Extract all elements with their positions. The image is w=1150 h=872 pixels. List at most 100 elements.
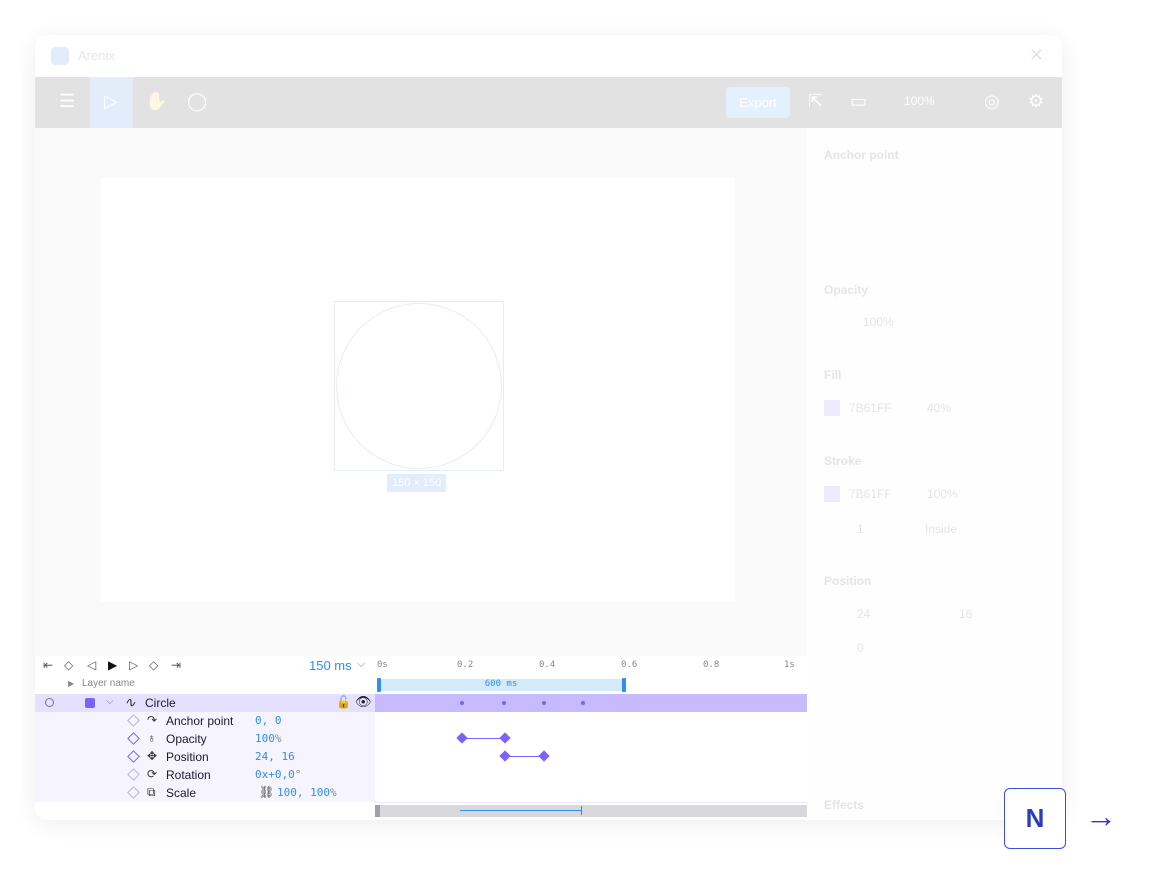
- property-row-opacity[interactable]: ♁ Opacity 100%: [35, 730, 807, 749]
- opacity-value[interactable]: 100%: [863, 315, 894, 329]
- jump-end-icon[interactable]: ⇥: [171, 658, 181, 672]
- add-keyframe-icon[interactable]: [127, 786, 140, 799]
- timeline-scrollbar[interactable]: [375, 805, 807, 817]
- stroke-position[interactable]: Inside: [925, 522, 957, 536]
- property-track[interactable]: [375, 712, 807, 731]
- property-value: 100, 100: [277, 786, 330, 799]
- add-keyframe-icon[interactable]: [127, 768, 140, 781]
- comment-icon[interactable]: ◯: [187, 91, 207, 112]
- user-icon[interactable]: ◎: [984, 91, 1000, 112]
- rotation-icon: ⟳: [147, 767, 158, 781]
- property-left: ⟳ Rotation 0x+0,0°: [35, 766, 375, 784]
- keyframe-dot[interactable]: [502, 701, 506, 705]
- scroll-indicator-end: [581, 806, 582, 815]
- arrow-right-icon[interactable]: →: [1085, 798, 1117, 835]
- property-row-scale[interactable]: ⧉ Scale ⛓ 100, 100%: [35, 784, 807, 803]
- duration-select[interactable]: 150 ms: [309, 658, 352, 673]
- playback-controls: ⇤ ◇ ◁ ▶ ▷ ◇ ⇥ 150 ms ⌵: [35, 656, 375, 676]
- step-forward-icon[interactable]: ▷: [129, 658, 138, 672]
- app-logo: [51, 47, 69, 65]
- property-row-rotation[interactable]: ⟳ Rotation 0x+0,0°: [35, 766, 807, 785]
- scroll-handle[interactable]: [375, 805, 380, 817]
- settings-icon[interactable]: ⚙: [1028, 91, 1044, 112]
- keyframe[interactable]: [538, 750, 550, 762]
- property-unit: %: [274, 732, 282, 745]
- add-keyframe-icon[interactable]: [127, 714, 140, 727]
- next-keyframe-icon[interactable]: ◇: [149, 658, 158, 672]
- path-icon: ∿: [124, 694, 136, 710]
- keyframe[interactable]: [499, 732, 511, 744]
- property-value-group[interactable]: 0x+0,0°: [255, 768, 301, 781]
- position-x[interactable]: 24: [857, 607, 870, 621]
- property-value: 100: [255, 732, 275, 745]
- tick-label: 0.6: [621, 660, 638, 670]
- property-track[interactable]: [375, 748, 807, 767]
- tick-label: 0.2: [457, 660, 474, 670]
- keyframe-dot[interactable]: [460, 701, 464, 705]
- property-value[interactable]: 24, 16: [255, 750, 295, 763]
- property-value[interactable]: 0, 0: [255, 714, 282, 727]
- play-icon[interactable]: ▶: [108, 658, 117, 672]
- hand-icon[interactable]: ✋: [145, 91, 167, 112]
- canvas-area: 150 × 150: [35, 128, 807, 656]
- stroke-width[interactable]: 1: [857, 522, 864, 536]
- fill-opacity[interactable]: 40%: [927, 401, 951, 415]
- time-ruler[interactable]: 0s 0.2 0.4 0.6 0.8 1s: [375, 656, 807, 676]
- expand-icon[interactable]: ▶: [68, 679, 74, 688]
- close-icon[interactable]: ✕: [1029, 45, 1044, 66]
- property-name: Rotation: [166, 768, 211, 782]
- keyframe[interactable]: [499, 750, 511, 762]
- property-track[interactable]: [375, 784, 807, 803]
- keyframe[interactable]: [456, 732, 468, 744]
- property-row-position[interactable]: ✥ Position 24, 16: [35, 748, 807, 767]
- layer-header-label: Layer name: [82, 678, 135, 689]
- layer-row-circle[interactable]: ⌵ ∿ Circle 🔓 👁: [35, 694, 807, 712]
- n-button[interactable]: N: [1004, 788, 1066, 849]
- opacity-label: Opacity: [824, 283, 869, 297]
- step-back-icon[interactable]: ◁: [87, 658, 96, 672]
- add-keyframe-icon[interactable]: [127, 750, 140, 763]
- fill-swatch[interactable]: [824, 400, 840, 416]
- link-icon[interactable]: ⛓: [259, 785, 274, 799]
- fill-hex[interactable]: 7B61FF: [849, 401, 892, 415]
- keyframe-dot[interactable]: [542, 701, 546, 705]
- stroke-hex[interactable]: 7B61FF: [849, 487, 892, 501]
- property-value: 0x+0,0: [255, 768, 295, 781]
- keyframe-dot[interactable]: [581, 701, 585, 705]
- layer-name[interactable]: Circle: [145, 696, 176, 710]
- export-button[interactable]: Export: [726, 87, 790, 118]
- anchor-point-label: Anchor point: [824, 148, 899, 162]
- menu-icon[interactable]: ☰: [59, 91, 75, 112]
- layer-color[interactable]: [85, 698, 95, 708]
- property-left: ⧉ Scale ⛓ 100, 100%: [35, 784, 375, 802]
- title-bar: Arenix ✕: [35, 35, 1062, 77]
- unlock-icon[interactable]: 🔓: [336, 695, 351, 709]
- prev-keyframe-icon[interactable]: ◇: [64, 658, 73, 672]
- artboard[interactable]: 150 × 150: [101, 178, 735, 602]
- property-value-group[interactable]: 100%: [255, 732, 282, 745]
- jump-start-icon[interactable]: ⇤: [43, 658, 53, 672]
- property-track[interactable]: [375, 766, 807, 785]
- layer-track[interactable]: [375, 694, 807, 712]
- position-r[interactable]: 0: [857, 641, 864, 655]
- property-left: ✥ Position 24, 16: [35, 748, 375, 766]
- zoom-select[interactable]: 100%: [904, 94, 935, 108]
- circle-shape[interactable]: [336, 303, 502, 469]
- solo-toggle[interactable]: [45, 698, 54, 707]
- property-unit: °: [294, 768, 302, 781]
- stroke-opacity[interactable]: 100%: [927, 487, 958, 501]
- add-keyframe-icon[interactable]: [127, 732, 140, 745]
- chevron-down-icon[interactable]: ⌵: [357, 658, 365, 671]
- stroke-label: Stroke: [824, 454, 862, 468]
- collapse-chevron-icon[interactable]: ⌵: [106, 696, 114, 707]
- position-y[interactable]: 16: [959, 607, 972, 621]
- preview-icon[interactable]: ▭: [850, 91, 867, 112]
- share-icon[interactable]: ⇱: [808, 91, 823, 112]
- stroke-swatch[interactable]: [824, 486, 840, 502]
- property-left: ↷ Anchor point 0, 0: [35, 712, 375, 730]
- property-name: Anchor point: [166, 714, 234, 728]
- eye-icon[interactable]: 👁: [355, 694, 372, 710]
- property-value-group[interactable]: 100, 100%: [277, 786, 337, 799]
- property-row-anchor-point[interactable]: ↷ Anchor point 0, 0: [35, 712, 807, 731]
- property-track[interactable]: [375, 730, 807, 749]
